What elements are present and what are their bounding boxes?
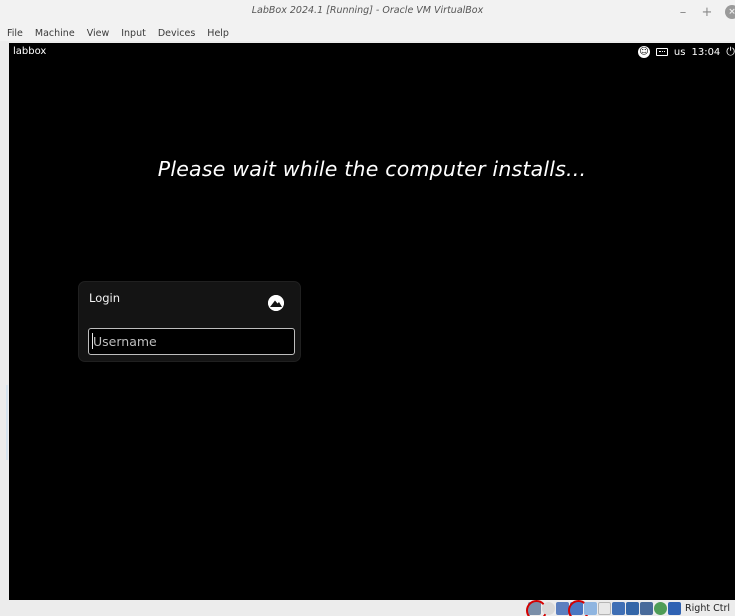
menubar: File Machine View Input Devices Help bbox=[0, 28, 735, 41]
hard-disk-icon[interactable] bbox=[526, 599, 548, 616]
maximize-button[interactable]: + bbox=[701, 6, 713, 19]
cpu-icon[interactable] bbox=[640, 601, 654, 615]
window-left-edge bbox=[0, 43, 9, 600]
optical-drive-icon[interactable] bbox=[542, 601, 556, 615]
window-controls: – + × bbox=[677, 4, 735, 20]
login-card: Login bbox=[78, 281, 301, 362]
text-caret bbox=[92, 333, 93, 349]
menu-help[interactable]: Help bbox=[207, 28, 229, 39]
close-button[interactable]: × bbox=[725, 5, 735, 19]
status-icons: Right Ctrl bbox=[526, 599, 735, 616]
login-title: Login bbox=[89, 291, 121, 305]
window-title: LabBox 2024.1 [Running] - Oracle VM Virt… bbox=[251, 5, 484, 16]
guest-screen: Please wait while the computer installs.… bbox=[9, 62, 735, 600]
window-titlebar[interactable]: LabBox 2024.1 [Running] - Oracle VM Virt… bbox=[0, 0, 735, 30]
shared-folders-icon[interactable] bbox=[598, 601, 612, 615]
window-edge-highlight bbox=[6, 385, 8, 460]
power-icon[interactable]: ⏻ bbox=[726, 45, 735, 59]
keyboard-icon[interactable] bbox=[655, 48, 668, 56]
menu-file[interactable]: File bbox=[7, 28, 23, 39]
recording-icon[interactable] bbox=[626, 601, 640, 615]
distro-logo-icon bbox=[268, 295, 284, 311]
install-message: Please wait while the computer installs.… bbox=[157, 157, 587, 181]
minimize-button[interactable]: – bbox=[677, 6, 689, 19]
host-key-label: Right Ctrl bbox=[685, 602, 730, 614]
network-icon[interactable] bbox=[568, 599, 590, 616]
keyboard-layout[interactable]: us bbox=[674, 47, 686, 58]
guest-clock: 13:04 bbox=[691, 46, 721, 58]
menu-machine[interactable]: Machine bbox=[35, 28, 75, 39]
menu-view[interactable]: View bbox=[87, 28, 110, 39]
guest-hostname: labbox bbox=[13, 46, 47, 57]
statusbar: Right Ctrl bbox=[0, 599, 735, 616]
usb-icon[interactable] bbox=[584, 601, 598, 615]
menu-devices[interactable]: Devices bbox=[158, 28, 195, 39]
guest-tray: ☺ us 13:04 ⏻ bbox=[637, 45, 735, 59]
username-input[interactable] bbox=[88, 328, 295, 355]
mouse-integration-icon[interactable] bbox=[654, 601, 668, 615]
audio-icon[interactable] bbox=[556, 601, 570, 615]
host-key-arrow-icon[interactable] bbox=[668, 601, 682, 615]
menu-input[interactable]: Input bbox=[121, 28, 146, 39]
accessibility-icon[interactable]: ☺ bbox=[637, 46, 650, 58]
display-icon[interactable] bbox=[612, 601, 626, 615]
guest-top-panel: labbox ☺ us 13:04 ⏻ bbox=[9, 43, 735, 62]
